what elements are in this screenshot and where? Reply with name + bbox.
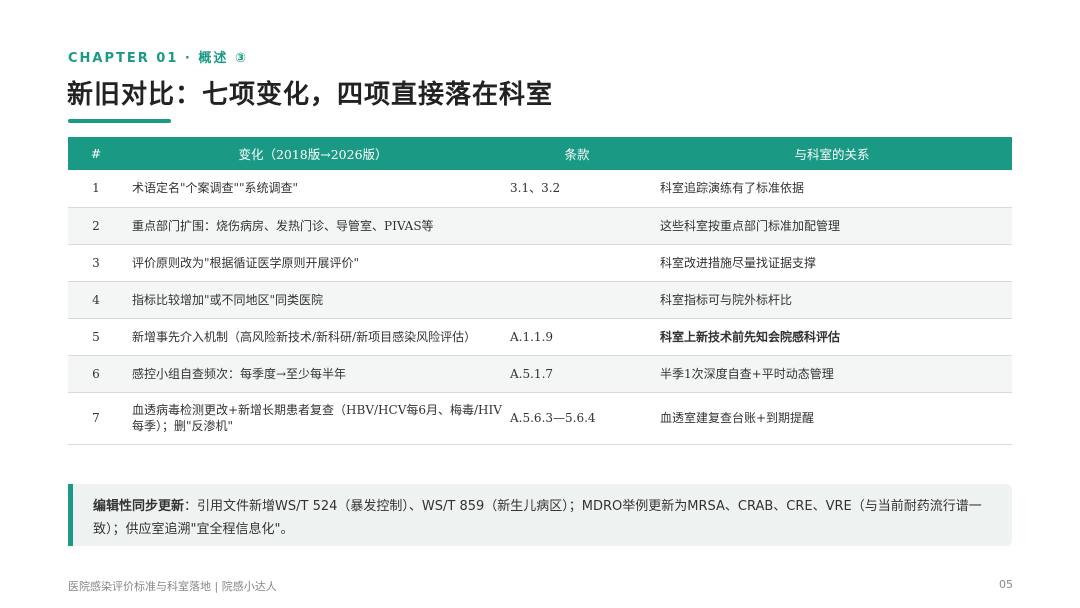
row-clause <box>502 244 652 281</box>
editorial-note: 编辑性同步更新：引用文件新增WS/T 524（暴发控制）、WS/T 859（新生… <box>68 484 1012 546</box>
table-header-row: # 变化（2018版→2026版） 条款 与科室的关系 <box>68 137 1012 170</box>
column-header-relation: 与科室的关系 <box>794 147 870 162</box>
row-number: 1 <box>92 181 100 196</box>
row-change: 术语定名"个案调查""系统调查" <box>132 181 299 196</box>
page-number: 05 <box>999 578 1013 591</box>
row-number: 4 <box>92 292 100 307</box>
page-title: 新旧对比：七项变化，四项直接落在科室 <box>67 80 554 110</box>
row-clause: A.5.6.3—5.6.4 <box>510 411 596 425</box>
row-number: 3 <box>92 255 100 270</box>
table-row: 1 术语定名"个案调查""系统调查" 3.1、3.2 科室追踪演练有了标准依据 <box>68 170 1012 207</box>
row-clause <box>502 281 652 318</box>
chapter-eyebrow: CHAPTER 01 · 概述 ③ <box>68 51 248 66</box>
row-relation: 科室指标可与院外标杆比 <box>660 292 793 307</box>
row-number: 7 <box>92 411 100 425</box>
note-lead: 编辑性同步更新 <box>93 499 185 514</box>
footer-source: 医院感染评价标准与科室落地 | 院感小达人 <box>68 580 277 593</box>
row-number: 5 <box>92 329 100 344</box>
row-relation: 科室追踪演练有了标准依据 <box>660 181 805 196</box>
column-header-change: 变化（2018版→2026版） <box>238 147 388 162</box>
table-row: 5 新增事先介入机制（高风险新技术/新科研/新项目感染风险评估） A.1.1.9… <box>68 318 1012 355</box>
table-row: 3 评价原则改为"根据循证医学原则开展评价" 科室改进措施尽量找证据支撑 <box>68 244 1012 281</box>
table-row: 7 血透病毒检测更改+新增长期患者复查（HBV/HCV每6月、梅毒/HIV每季）… <box>68 392 1012 444</box>
column-header-clause: 条款 <box>564 147 590 162</box>
row-change: 血透病毒检测更改+新增长期患者复查（HBV/HCV每6月、梅毒/HIV每季）；删… <box>132 403 502 433</box>
title-underline <box>68 119 171 123</box>
row-relation: 科室上新技术前先知会院感科评估 <box>660 329 841 344</box>
row-number: 6 <box>92 366 100 381</box>
row-change: 感控小组自查频次：每季度→至少每半年 <box>132 366 347 381</box>
table-row: 4 指标比较增加"或不同地区"同类医院 科室指标可与院外标杆比 <box>68 281 1012 318</box>
row-relation: 半季1次深度自查+平时动态管理 <box>660 366 834 381</box>
row-relation: 血透室建复查台账+到期提醒 <box>660 411 815 425</box>
note-text: ：引用文件新增WS/T 524（暴发控制）、WS/T 859（新生儿病区）；MD… <box>93 499 982 537</box>
row-number: 2 <box>92 218 100 233</box>
row-change: 评价原则改为"根据循证医学原则开展评价" <box>132 255 360 270</box>
row-change: 指标比较增加"或不同地区"同类医院 <box>132 292 324 307</box>
comparison-table: # 变化（2018版→2026版） 条款 与科室的关系 1 术语定名"个案调查"… <box>68 137 1012 445</box>
row-clause: A.1.1.9 <box>510 329 554 344</box>
table-row: 2 重点部门扩围：烧伤病房、发热门诊、导管室、PIVAS等 这些科室按重点部门标… <box>68 207 1012 244</box>
row-change: 新增事先介入机制（高风险新技术/新科研/新项目感染风险评估） <box>132 329 477 344</box>
row-clause <box>502 207 652 244</box>
row-relation: 这些科室按重点部门标准加配管理 <box>660 218 841 233</box>
table-row: 6 感控小组自查频次：每季度→至少每半年 A.5.1.7 半季1次深度自查+平时… <box>68 355 1012 392</box>
row-change: 重点部门扩围：烧伤病房、发热门诊、导管室、PIVAS等 <box>132 218 434 233</box>
row-clause: 3.1、3.2 <box>510 181 561 196</box>
row-relation: 科室改进措施尽量找证据支撑 <box>660 255 817 270</box>
row-clause: A.5.1.7 <box>510 366 554 381</box>
column-header-number: # <box>90 146 102 161</box>
